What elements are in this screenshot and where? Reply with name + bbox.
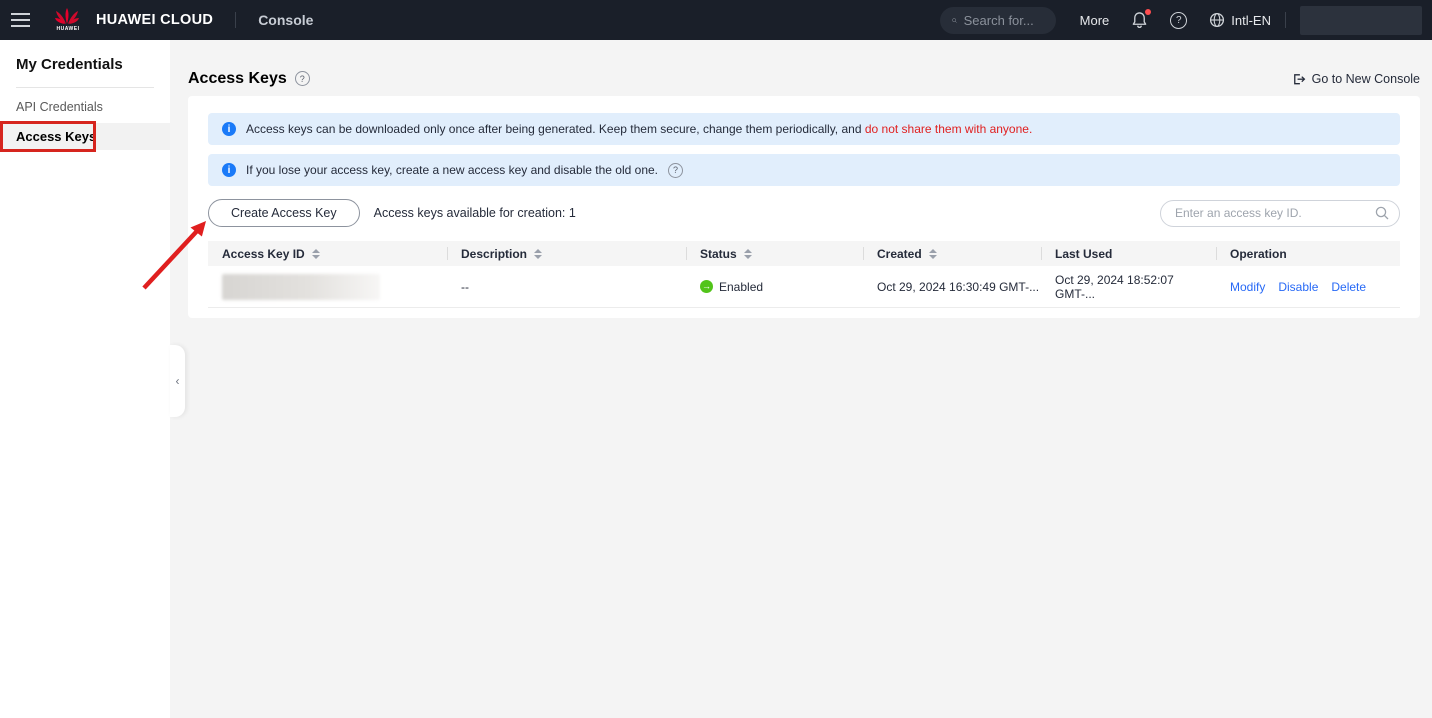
navbar-right: More ? Intl-EN [940, 6, 1432, 35]
cell-status: → Enabled [686, 266, 863, 307]
info-banner-lost-key: i If you lose your access key, create a … [208, 154, 1400, 186]
exit-icon [1291, 72, 1306, 86]
status-label: Enabled [719, 280, 763, 294]
page-title-help-icon[interactable]: ? [295, 71, 310, 86]
header-last-used: Last Used [1041, 241, 1216, 266]
sort-icon[interactable] [744, 249, 752, 259]
table-row: -- → Enabled Oct 29, 2024 16:30:49 GMT-.… [208, 266, 1400, 308]
navbar-search[interactable] [940, 7, 1056, 34]
search-icon[interactable] [1375, 206, 1389, 220]
sidebar-item-api-credentials[interactable]: API Credentials [0, 94, 170, 121]
sort-icon[interactable] [929, 249, 937, 259]
access-keys-card: i Access keys can be downloaded only onc… [188, 96, 1420, 318]
help-button[interactable]: ? [1170, 12, 1187, 29]
cell-created: Oct 29, 2024 16:30:49 GMT-... [863, 266, 1041, 307]
notifications-button[interactable] [1131, 11, 1148, 29]
header-status[interactable]: Status [686, 241, 863, 266]
brand-title: HUAWEI CLOUD [96, 12, 213, 28]
create-access-key-button[interactable]: Create Access Key [208, 199, 360, 227]
language-selector[interactable]: Intl-EN [1209, 12, 1271, 28]
access-key-id-blurred [222, 274, 380, 300]
cell-access-key-id [208, 266, 447, 307]
header-access-key-id[interactable]: Access Key ID [208, 241, 447, 266]
toolbar: Create Access Key Access keys available … [208, 199, 1400, 227]
info-banner-security: i Access keys can be downloaded only onc… [208, 113, 1400, 145]
cell-last-used: Oct 29, 2024 18:52:07 GMT-... [1041, 266, 1216, 307]
main-content: Access Keys ? Go to New Console i Access… [170, 40, 1432, 718]
info-icon: i [222, 163, 236, 177]
cell-description: -- [447, 266, 686, 307]
access-keys-table: Access Key ID Description Status Created [208, 241, 1400, 308]
question-icon: ? [1170, 12, 1187, 29]
header-operation: Operation [1216, 241, 1400, 266]
header-description[interactable]: Description [447, 241, 686, 266]
modify-link[interactable]: Modify [1230, 280, 1265, 294]
access-key-search[interactable] [1160, 200, 1400, 227]
banner-warning-text: do not share them with anyone. [865, 122, 1032, 136]
account-name-blurred[interactable] [1300, 6, 1422, 35]
top-navbar: HUAWEI HUAWEI CLOUD Console More [0, 0, 1432, 40]
banner-help-icon[interactable]: ? [668, 163, 683, 178]
notification-badge-dot [1145, 9, 1151, 15]
sidebar-item-access-keys[interactable]: Access Keys [0, 123, 170, 150]
sidebar-title: My Credentials [0, 40, 170, 73]
header-created[interactable]: Created [863, 241, 1041, 266]
huawei-logo: HUAWEI [48, 8, 88, 32]
sidebar-item-label: Access Keys [16, 129, 96, 144]
globe-icon [1209, 12, 1225, 28]
go-to-new-console-link[interactable]: Go to New Console [1291, 72, 1420, 86]
console-tab[interactable]: Console [258, 12, 313, 28]
disable-link[interactable]: Disable [1278, 280, 1318, 294]
cell-operation: Modify Disable Delete [1216, 266, 1400, 307]
banner-text: Access keys can be downloaded only once … [246, 122, 1032, 136]
language-label: Intl-EN [1231, 13, 1271, 28]
sidebar: My Credentials API Credentials Access Ke… [0, 40, 170, 718]
navbar-divider [1285, 12, 1286, 28]
sidebar-divider [16, 87, 154, 88]
sort-icon[interactable] [534, 249, 542, 259]
page-title: Access Keys [188, 70, 287, 88]
huawei-logo-text: HUAWEI [57, 26, 80, 32]
info-icon: i [222, 122, 236, 136]
available-keys-text: Access keys available for creation: 1 [374, 206, 576, 220]
navbar-divider [235, 12, 236, 28]
access-key-search-input[interactable] [1175, 206, 1375, 220]
page-header: Access Keys ? Go to New Console [188, 40, 1420, 96]
status-enabled-icon: → [700, 280, 713, 293]
search-icon [952, 14, 957, 27]
hamburger-menu-icon[interactable] [0, 0, 40, 40]
sort-icon[interactable] [312, 249, 320, 259]
page: HUAWEI HUAWEI CLOUD Console More [0, 0, 1432, 718]
go-to-new-console-label: Go to New Console [1312, 72, 1420, 86]
more-menu[interactable]: More [1080, 13, 1110, 28]
navbar-search-input[interactable] [964, 13, 1044, 28]
banner-text: If you lose your access key, create a ne… [246, 163, 658, 177]
delete-link[interactable]: Delete [1331, 280, 1366, 294]
huawei-flower-icon [55, 8, 81, 25]
table-header-row: Access Key ID Description Status Created [208, 241, 1400, 266]
